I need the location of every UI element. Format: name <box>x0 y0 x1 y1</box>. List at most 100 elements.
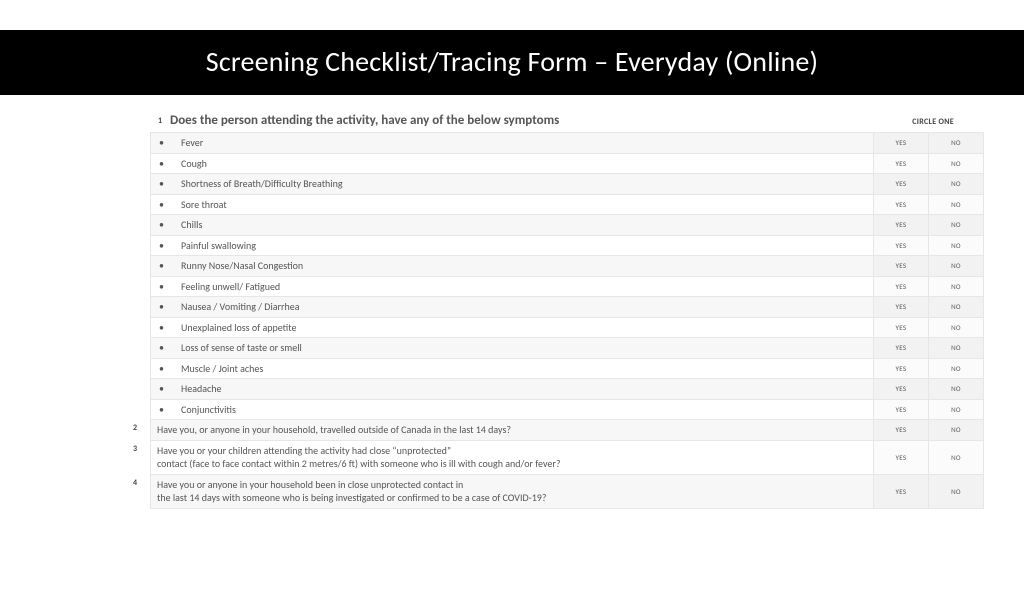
bullet-icon: • <box>159 341 181 355</box>
symptom-label: Runny Nose/Nasal Congestion <box>181 259 303 273</box>
no-cell[interactable]: NO <box>928 400 983 420</box>
no-cell[interactable]: NO <box>928 154 983 174</box>
question-line2: the last 14 days with someone who is bei… <box>157 491 869 505</box>
bullet-icon: • <box>159 321 181 335</box>
title-text: Screening Checklist/Tracing Form – Every… <box>206 44 818 79</box>
yes-cell[interactable]: YES <box>873 318 928 338</box>
bullet-icon: • <box>159 403 181 417</box>
question-cell: Have you, or anyone in your household, t… <box>151 420 873 440</box>
yes-cell[interactable]: YES <box>873 338 928 358</box>
symptom-label: Fever <box>181 136 203 150</box>
question-row: 2Have you, or anyone in your household, … <box>151 419 983 440</box>
question-number: 2 <box>133 423 137 433</box>
yes-cell[interactable]: YES <box>873 277 928 297</box>
yes-cell[interactable]: YES <box>873 379 928 399</box>
no-cell[interactable]: NO <box>928 297 983 317</box>
q1-number: 1 <box>150 116 162 126</box>
symptom-row: •Painful swallowingYESNO <box>151 235 983 256</box>
symptom-label: Sore throat <box>181 198 227 212</box>
page-title: Screening Checklist/Tracing Form – Every… <box>0 30 1024 95</box>
yes-cell[interactable]: YES <box>873 475 928 508</box>
question-cell: Have you or your children attending the … <box>151 441 873 474</box>
bullet-icon: • <box>159 382 181 396</box>
symptom-label: Muscle / Joint aches <box>181 362 263 376</box>
symptom-cell: •Shortness of Breath/Difficulty Breathin… <box>151 174 873 194</box>
no-cell[interactable]: NO <box>928 133 983 153</box>
question-line2: contact (face to face contact within 2 m… <box>157 457 869 471</box>
symptom-row: •Loss of sense of taste or smellYESNO <box>151 337 983 358</box>
bullet-icon: • <box>159 136 181 150</box>
yes-cell[interactable]: YES <box>873 154 928 174</box>
symptom-cell: •Muscle / Joint aches <box>151 359 873 379</box>
bullet-icon: • <box>159 259 181 273</box>
no-cell[interactable]: NO <box>928 195 983 215</box>
question-number: 3 <box>133 444 137 454</box>
symptom-row: •ChillsYESNO <box>151 214 983 235</box>
symptom-cell: •Fever <box>151 133 873 153</box>
symptom-label: Shortness of Breath/Difficulty Breathing <box>181 177 343 191</box>
symptom-label: Loss of sense of taste or smell <box>181 341 302 355</box>
no-cell[interactable]: NO <box>928 215 983 235</box>
question-number: 4 <box>133 478 137 488</box>
symptom-label: Headache <box>181 382 222 396</box>
no-cell[interactable]: NO <box>928 236 983 256</box>
no-cell[interactable]: NO <box>928 475 983 508</box>
symptom-label: Nausea / Vomiting / Diarrhea <box>181 300 300 314</box>
symptom-label: Conjunctivitis <box>181 403 236 417</box>
symptom-cell: •Loss of sense of taste or smell <box>151 338 873 358</box>
symptom-cell: •Feeling unwell/ Fatigued <box>151 277 873 297</box>
yes-cell[interactable]: YES <box>873 441 928 474</box>
symptom-label: Cough <box>181 157 207 171</box>
symptom-row: •Sore throatYESNO <box>151 194 983 215</box>
yes-cell[interactable]: YES <box>873 297 928 317</box>
symptom-row: •ConjunctivitisYESNO <box>151 399 983 420</box>
question-row: 4Have you or anyone in your household be… <box>151 474 983 508</box>
symptom-row: •Muscle / Joint achesYESNO <box>151 358 983 379</box>
question-line1: Have you or anyone in your household bee… <box>157 478 869 492</box>
yes-cell[interactable]: YES <box>873 215 928 235</box>
symptom-label: Feeling unwell/ Fatigued <box>181 280 280 294</box>
no-cell[interactable]: NO <box>928 174 983 194</box>
bullet-icon: • <box>159 157 181 171</box>
yes-cell[interactable]: YES <box>873 256 928 276</box>
symptom-row: •FeverYESNO <box>151 132 983 153</box>
symptom-cell: •Nausea / Vomiting / Diarrhea <box>151 297 873 317</box>
symptom-cell: •Painful swallowing <box>151 236 873 256</box>
symptom-cell: •Runny Nose/Nasal Congestion <box>151 256 873 276</box>
symptom-row: •Headache YESNO <box>151 378 983 399</box>
symptom-cell: •Unexplained loss of appetite <box>151 318 873 338</box>
symptom-row: •Nausea / Vomiting / DiarrheaYESNO <box>151 296 983 317</box>
yes-cell[interactable]: YES <box>873 195 928 215</box>
no-cell[interactable]: NO <box>928 256 983 276</box>
no-cell[interactable]: NO <box>928 420 983 440</box>
yes-cell[interactable]: YES <box>873 174 928 194</box>
bullet-icon: • <box>159 362 181 376</box>
question-row: 3Have you or your children attending the… <box>151 440 983 474</box>
bullet-icon: • <box>159 300 181 314</box>
bullet-icon: • <box>159 280 181 294</box>
form-content: 1 Does the person attending the activity… <box>0 95 1024 509</box>
no-cell[interactable]: NO <box>928 338 983 358</box>
yes-cell[interactable]: YES <box>873 420 928 440</box>
question-line1: Have you or your children attending the … <box>157 444 869 458</box>
no-cell[interactable]: NO <box>928 379 983 399</box>
symptom-cell: •Conjunctivitis <box>151 400 873 420</box>
symptom-cell: •Sore throat <box>151 195 873 215</box>
yes-cell[interactable]: YES <box>873 133 928 153</box>
bullet-icon: • <box>159 198 181 212</box>
symptom-label: Chills <box>181 218 202 232</box>
symptom-row: •Unexplained loss of appetiteYESNO <box>151 317 983 338</box>
symptom-cell: •Cough <box>151 154 873 174</box>
no-cell[interactable]: NO <box>928 441 983 474</box>
yes-cell[interactable]: YES <box>873 359 928 379</box>
symptom-cell: •Chills <box>151 215 873 235</box>
symptom-label: Unexplained loss of appetite <box>181 321 296 335</box>
q1-text: Does the person attending the activity, … <box>170 113 904 128</box>
no-cell[interactable]: NO <box>928 277 983 297</box>
yes-cell[interactable]: YES <box>873 400 928 420</box>
symptom-row: •Runny Nose/Nasal CongestionYESNO <box>151 255 983 276</box>
no-cell[interactable]: NO <box>928 318 983 338</box>
symptom-row: •Feeling unwell/ FatiguedYESNO <box>151 276 983 297</box>
yes-cell[interactable]: YES <box>873 236 928 256</box>
no-cell[interactable]: NO <box>928 359 983 379</box>
